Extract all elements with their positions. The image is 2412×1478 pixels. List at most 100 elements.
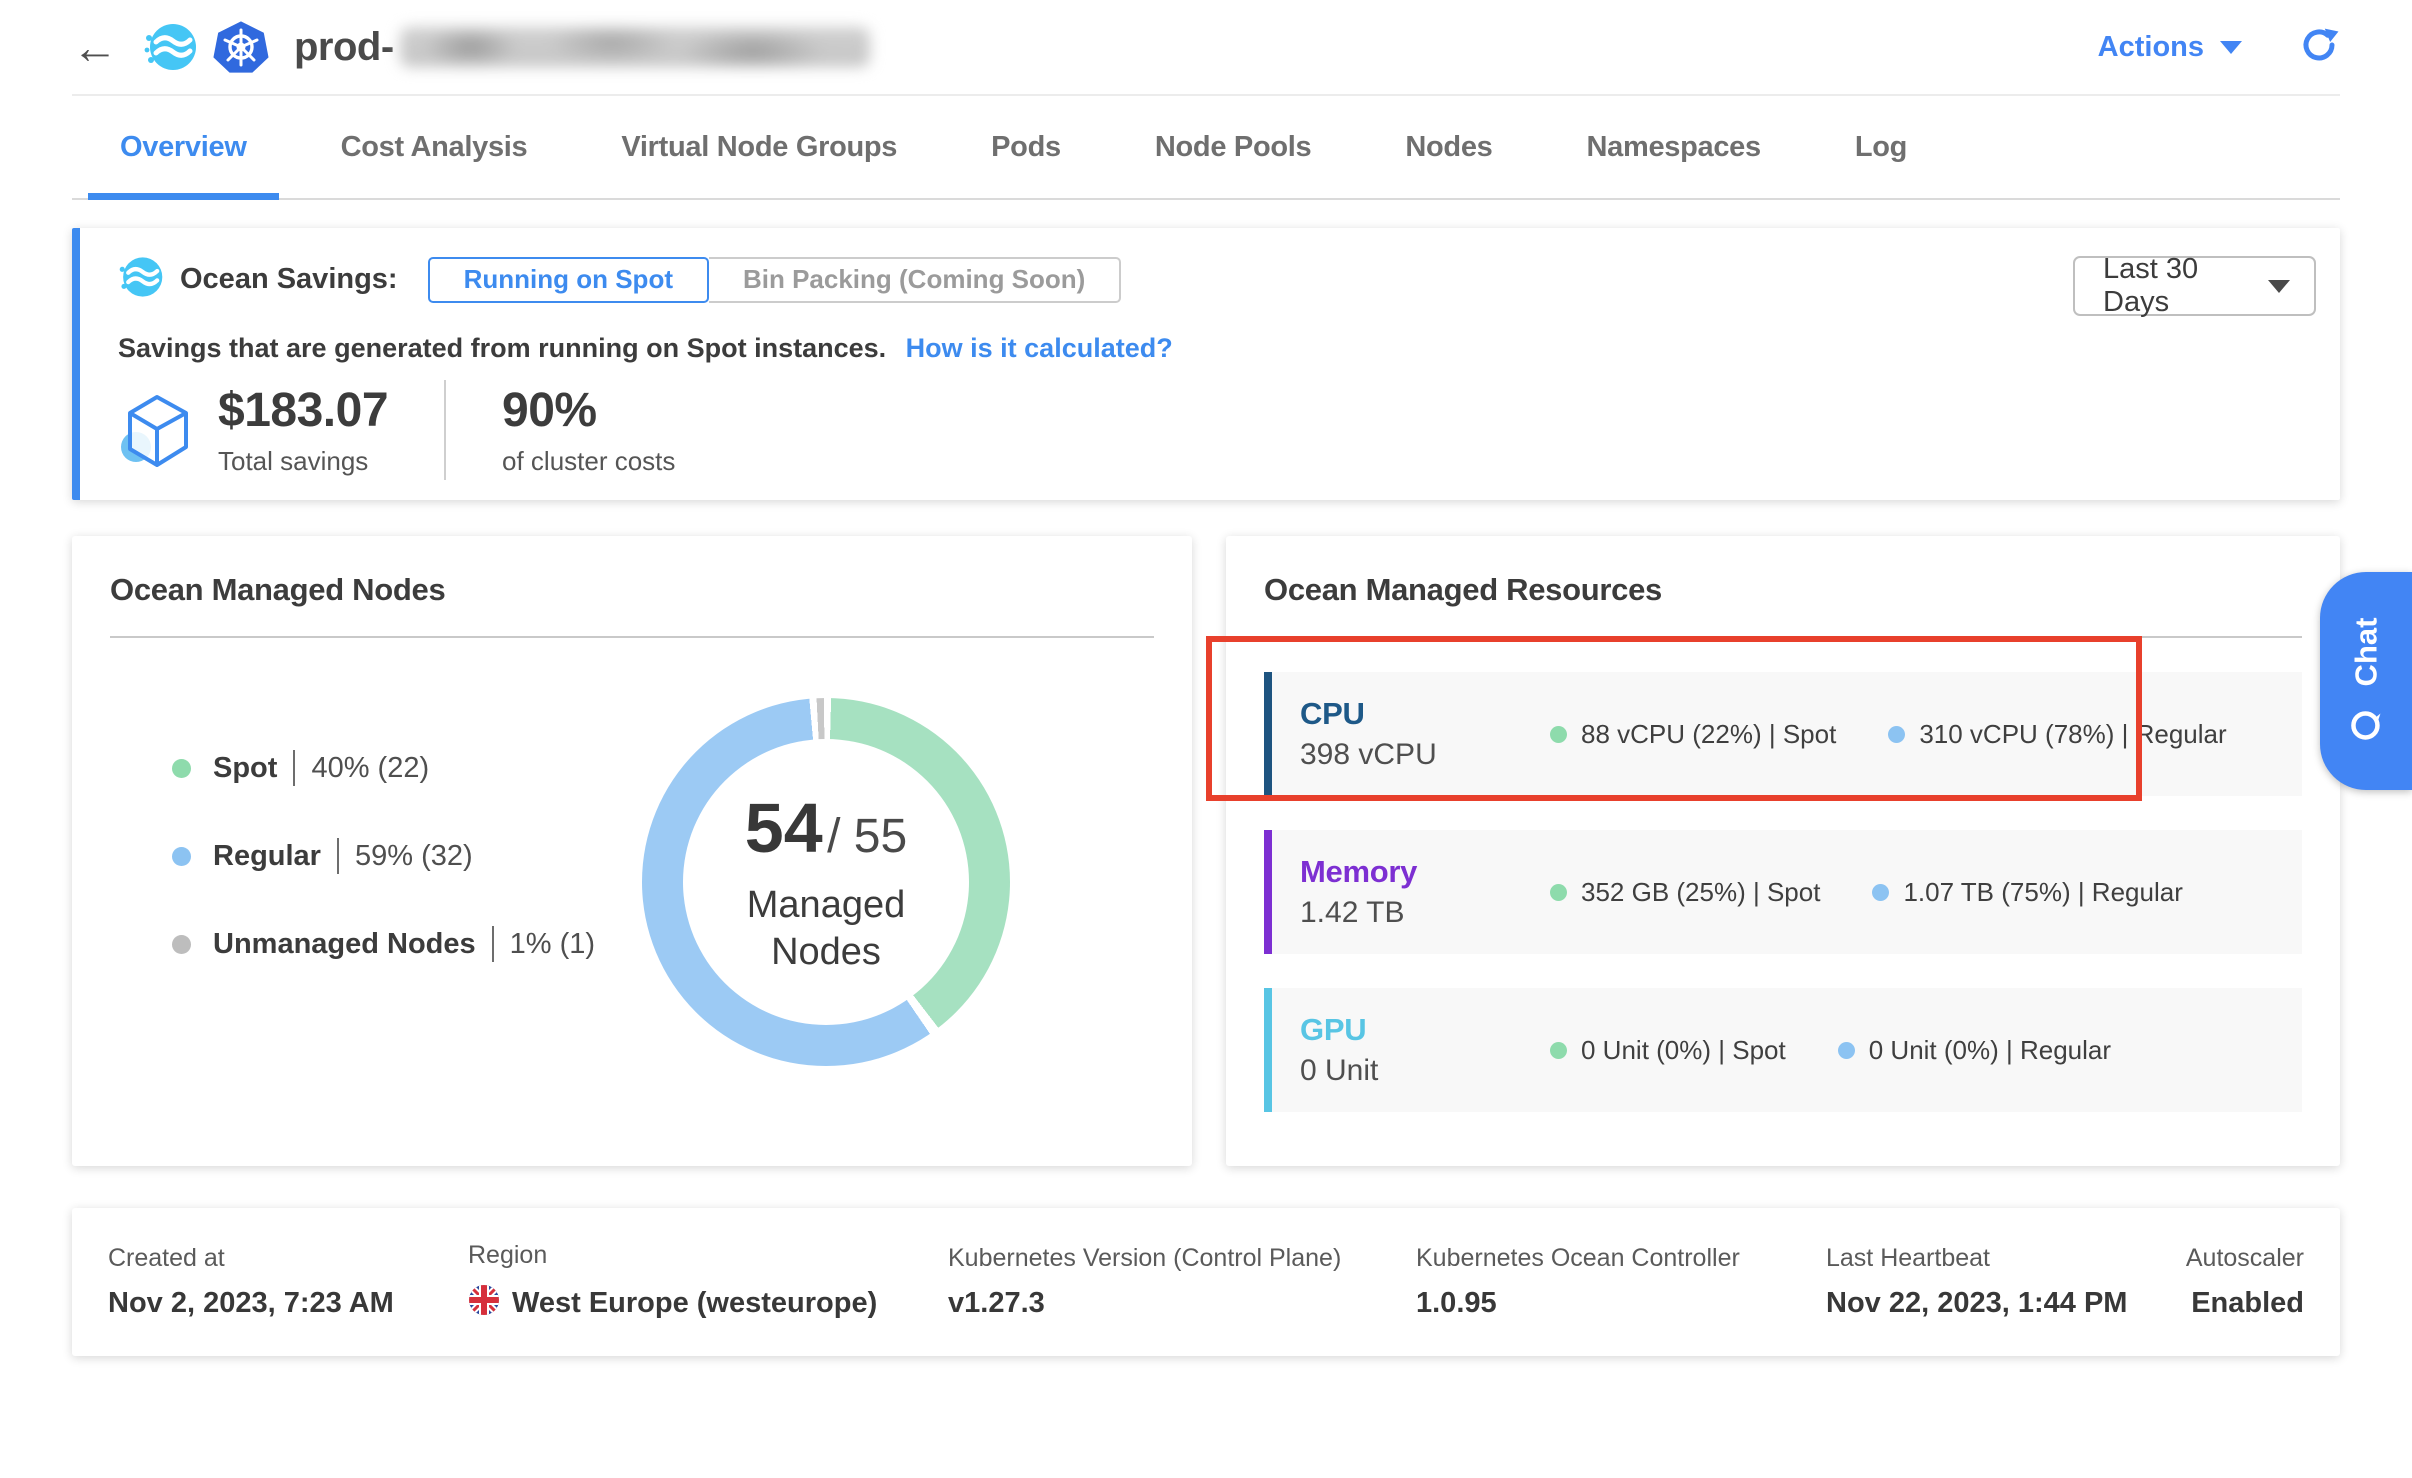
gpu-spot-stat: 0 Unit (0%) | Spot xyxy=(1550,1035,1786,1066)
info-label: Kubernetes Ocean Controller xyxy=(1416,1244,1826,1273)
uk-flag-icon xyxy=(468,1284,500,1324)
toggle-bin-packing[interactable]: Bin Packing (Coming Soon) xyxy=(709,257,1121,303)
ocean-managed-resources-card: Ocean Managed Resources CPU 398 vCPU 88 … xyxy=(1226,536,2340,1166)
tab-log[interactable]: Log xyxy=(1855,96,1907,198)
kubernetes-logo-icon xyxy=(212,18,270,76)
managed-nodes-total: / 55 xyxy=(827,810,907,863)
info-label: Autoscaler xyxy=(2186,1244,2304,1273)
regular-dot-icon xyxy=(1872,884,1889,901)
tab-virtual-node-groups[interactable]: Virtual Node Groups xyxy=(621,96,897,198)
actions-button[interactable]: Actions xyxy=(2098,31,2242,64)
divider xyxy=(1264,636,2302,638)
back-arrow-icon[interactable]: ← xyxy=(72,24,118,70)
redacted-cluster-name xyxy=(400,27,870,67)
donut-center: 54 / 55 Managed Nodes xyxy=(683,739,969,1025)
cluster-info-bar: Created at Nov 2, 2023, 7:23 AM Region xyxy=(72,1208,2340,1356)
nodes-card-title: Ocean Managed Nodes xyxy=(110,572,1154,608)
spot-dot-icon xyxy=(1550,726,1567,743)
ocean-managed-nodes-card: Ocean Managed Nodes Spot 40% (22) Regula… xyxy=(72,536,1192,1166)
resource-name: CPU xyxy=(1300,696,1550,732)
total-savings-label: Total savings xyxy=(218,446,388,477)
spot-dot-icon xyxy=(1550,1042,1567,1059)
stat-text: 310 vCPU (78%) | Regular xyxy=(1919,719,2226,750)
info-value: Nov 2, 2023, 7:23 AM xyxy=(108,1287,468,1320)
info-label: Created at xyxy=(108,1244,468,1273)
regular-dot-icon xyxy=(172,847,191,866)
stat-text: 0 Unit (0%) | Spot xyxy=(1581,1035,1786,1066)
divider xyxy=(110,636,1154,638)
info-label: Region xyxy=(468,1241,948,1270)
tab-bar: Overview Cost Analysis Virtual Node Grou… xyxy=(72,96,2340,200)
info-label: Kubernetes Version (Control Plane) xyxy=(948,1244,1416,1273)
info-last-heartbeat: Last Heartbeat Nov 22, 2023, 1:44 PM xyxy=(1826,1244,2186,1320)
page-title: prod- xyxy=(294,25,394,70)
cpu-spot-stat: 88 vCPU (22%) | Spot xyxy=(1550,719,1836,750)
info-k8s-version: Kubernetes Version (Control Plane) v1.27… xyxy=(948,1244,1416,1320)
savings-toggle: Running on Spot Bin Packing (Coming Soon… xyxy=(428,257,1122,303)
toggle-running-on-spot[interactable]: Running on Spot xyxy=(428,257,709,303)
stat-text: 1.07 TB (75%) | Regular xyxy=(1903,877,2182,908)
info-value: West Europe (westeurope) xyxy=(512,1287,877,1320)
spot-dot-icon xyxy=(172,759,191,778)
stat-text: 88 vCPU (22%) | Spot xyxy=(1581,719,1836,750)
savings-description: Savings that are generated from running … xyxy=(118,333,886,363)
resource-total: 398 vCPU xyxy=(1300,738,1550,772)
resource-row-cpu: CPU 398 vCPU 88 vCPU (22%) | Spot 310 vC… xyxy=(1264,672,2302,796)
memory-regular-stat: 1.07 TB (75%) | Regular xyxy=(1872,877,2182,908)
spot-dot-icon xyxy=(1550,884,1567,901)
regular-dot-icon xyxy=(1838,1042,1855,1059)
legend-divider xyxy=(492,926,494,962)
savings-cube-icon xyxy=(118,391,196,478)
tab-pods[interactable]: Pods xyxy=(991,96,1061,198)
info-value: 1.0.95 xyxy=(1416,1287,1826,1320)
actions-label: Actions xyxy=(2098,31,2204,64)
resource-total: 1.42 TB xyxy=(1300,896,1550,930)
resources-card-title: Ocean Managed Resources xyxy=(1264,572,2302,608)
resource-name: Memory xyxy=(1300,854,1550,890)
cpu-regular-stat: 310 vCPU (78%) | Regular xyxy=(1888,719,2226,750)
info-value: Nov 22, 2023, 1:44 PM xyxy=(1826,1287,2186,1320)
tab-nodes[interactable]: Nodes xyxy=(1405,96,1492,198)
legend-label: Unmanaged Nodes xyxy=(213,928,476,961)
total-savings-value: $183.07 xyxy=(218,383,388,438)
info-created-at: Created at Nov 2, 2023, 7:23 AM xyxy=(108,1244,468,1320)
ocean-savings-icon xyxy=(118,254,164,305)
unmanaged-dot-icon xyxy=(172,935,191,954)
stat-text: 352 GB (25%) | Spot xyxy=(1581,877,1820,908)
chat-button[interactable]: Chat xyxy=(2320,572,2412,790)
chevron-down-icon xyxy=(2220,41,2242,54)
info-region: Region West Europe (westeurope) xyxy=(468,1241,948,1324)
donut-label: Managed Nodes xyxy=(716,882,936,977)
legend-item-unmanaged: Unmanaged Nodes 1% (1) xyxy=(172,926,602,962)
legend-divider xyxy=(337,838,339,874)
savings-percent-value: 90% xyxy=(502,383,675,438)
info-ocean-controller: Kubernetes Ocean Controller 1.0.95 xyxy=(1416,1244,1826,1320)
page: ← xyxy=(0,0,2412,1478)
stat-text: 0 Unit (0%) | Regular xyxy=(1869,1035,2111,1066)
info-value: v1.27.3 xyxy=(948,1287,1416,1320)
tab-node-pools[interactable]: Node Pools xyxy=(1155,96,1312,198)
how-calculated-link[interactable]: How is it calculated? xyxy=(906,333,1173,363)
legend-value: 1% (1) xyxy=(510,928,595,961)
tab-overview[interactable]: Overview xyxy=(120,96,247,198)
period-dropdown[interactable]: Last 30 Days xyxy=(2073,256,2316,316)
nodes-legend: Spot 40% (22) Regular 59% (32) Unmanaged… xyxy=(172,750,602,1014)
regular-dot-icon xyxy=(1888,726,1905,743)
memory-spot-stat: 352 GB (25%) | Spot xyxy=(1550,877,1820,908)
legend-label: Spot xyxy=(213,752,277,785)
legend-item-spot: Spot 40% (22) xyxy=(172,750,602,786)
legend-divider xyxy=(293,750,295,786)
savings-percent-label: of cluster costs xyxy=(502,446,675,477)
managed-nodes-donut-chart: 54 / 55 Managed Nodes xyxy=(642,698,1010,1066)
chevron-down-icon xyxy=(2268,280,2290,293)
period-dropdown-value: Last 30 Days xyxy=(2103,253,2268,319)
tab-namespaces[interactable]: Namespaces xyxy=(1587,96,1761,198)
savings-section-label: Ocean Savings: xyxy=(180,263,398,296)
tab-cost-analysis[interactable]: Cost Analysis xyxy=(341,96,528,198)
refresh-button[interactable] xyxy=(2298,24,2340,71)
divider xyxy=(444,380,446,480)
chat-label: Chat xyxy=(2348,618,2384,687)
resource-name: GPU xyxy=(1300,1012,1550,1048)
legend-value: 59% (32) xyxy=(355,840,473,873)
resource-row-memory: Memory 1.42 TB 352 GB (25%) | Spot 1.07 … xyxy=(1264,830,2302,954)
